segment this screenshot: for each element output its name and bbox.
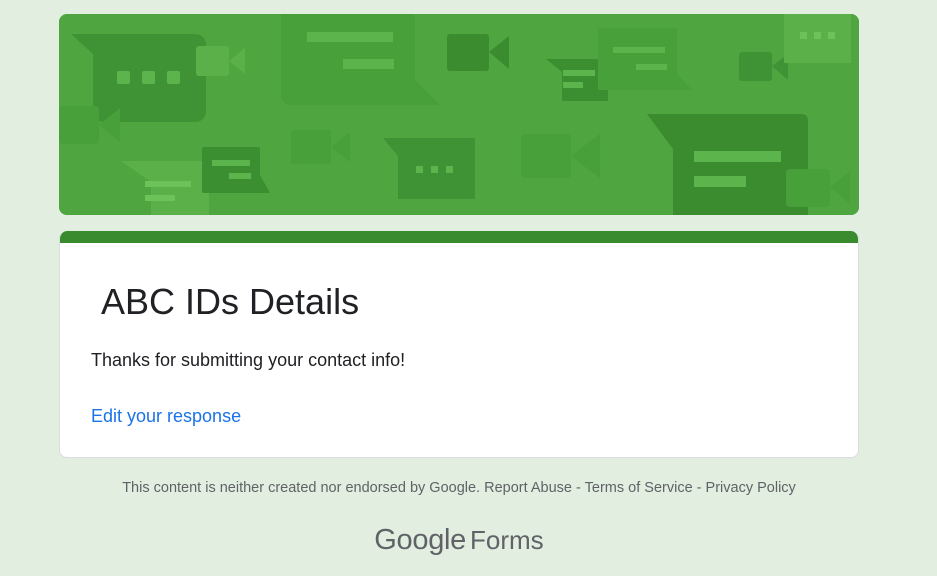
banner-pattern [59,14,859,215]
report-abuse-link[interactable]: Report Abuse [484,480,572,496]
terms-of-service-link[interactable]: Terms of Service [585,480,693,496]
footer-separator: - [696,480,702,496]
privacy-policy-link[interactable]: Privacy Policy [706,480,796,496]
brand-forms-text: Forms [470,525,544,555]
brand-google-text: Google [374,524,467,556]
edit-response-link[interactable]: Edit your response [91,405,241,427]
header-banner [59,14,859,215]
disclaimer-text: This content is neither created nor endo… [122,480,481,496]
google-forms-logo[interactable]: Google Forms [59,520,859,565]
footer-disclaimer: This content is neither created nor endo… [59,479,859,497]
confirmation-message: Thanks for submitting your contact info! [91,350,406,370]
footer-separator: - [576,480,581,496]
form-title: ABC IDs Details [101,281,360,322]
confirmation-card: ABC IDs Details Thanks for submitting yo… [59,231,859,458]
card-accent-bar [60,231,858,243]
